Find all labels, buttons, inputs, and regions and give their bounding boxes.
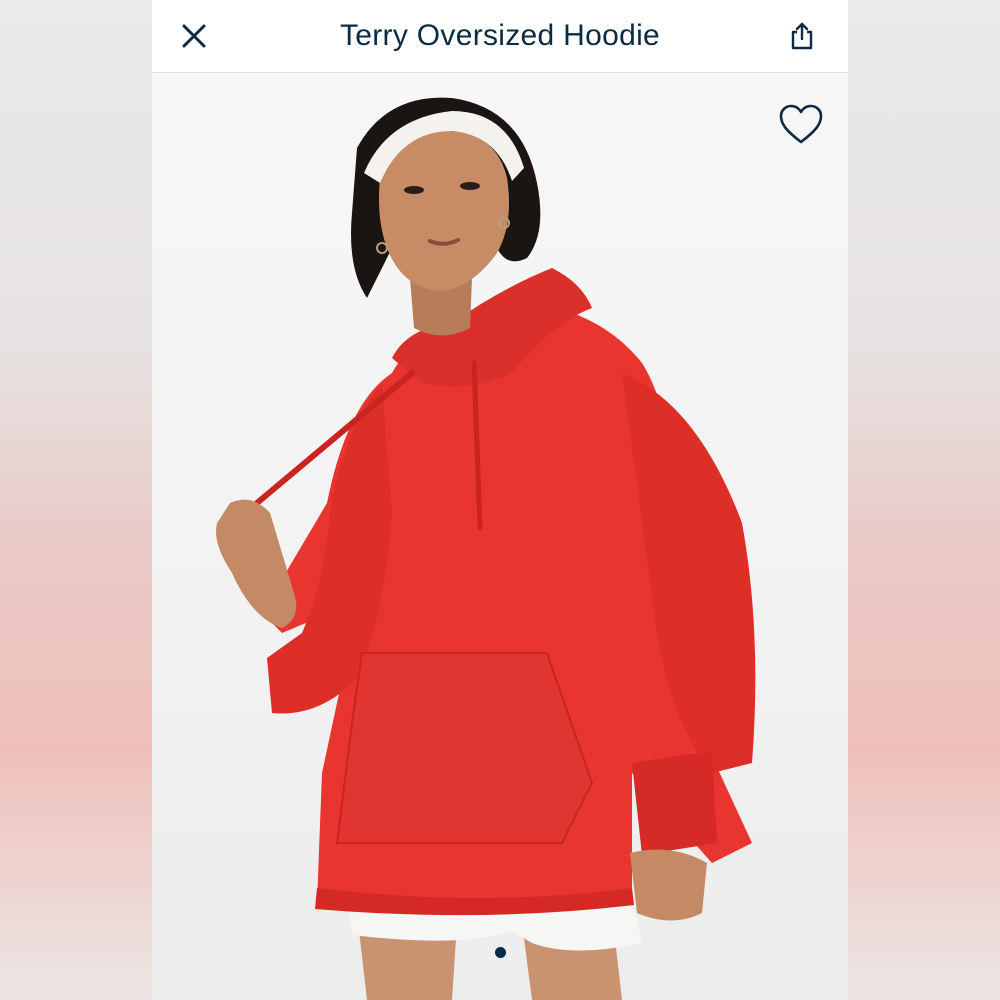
- hoodie-pocket: [335, 652, 594, 844]
- blurred-background-left: [0, 0, 152, 1000]
- share-icon: [791, 22, 813, 50]
- page-title: Terry Oversized Hoodie: [339, 19, 661, 52]
- close-icon: [182, 24, 206, 48]
- heart-outline-icon: [779, 104, 823, 144]
- carousel-dot-active[interactable]: [494, 947, 506, 958]
- favorite-button[interactable]: [776, 99, 826, 149]
- blurred-background-right: [848, 0, 1000, 1000]
- product-image[interactable]: [152, 73, 848, 1000]
- share-button[interactable]: [780, 14, 824, 58]
- app-screen: Terry Oversized Hoodie: [152, 0, 848, 1000]
- model-face: [378, 130, 510, 291]
- model-hand: [216, 499, 297, 628]
- top-navigation-bar: Terry Oversized Hoodie: [152, 0, 848, 73]
- model-illustration: [216, 97, 756, 1000]
- close-button[interactable]: [172, 14, 216, 58]
- carousel-indicator[interactable]: [152, 947, 848, 961]
